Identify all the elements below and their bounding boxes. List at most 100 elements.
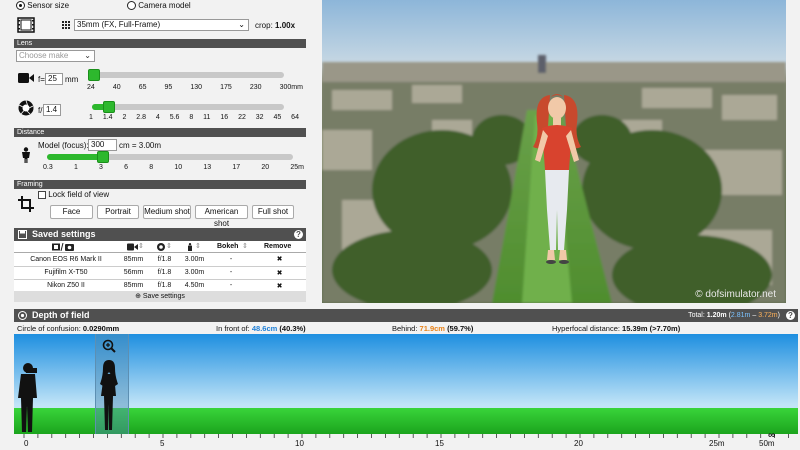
dof-diagram <box>14 334 798 434</box>
framing-medium-shot-button[interactable]: Medium shot <box>143 205 191 219</box>
distance-tick-label: 3 <box>99 164 103 171</box>
lock-fov-checkbox[interactable] <box>38 190 46 199</box>
framing-portrait-button[interactable]: Portrait <box>97 205 139 219</box>
scale-label: 20 <box>574 439 583 448</box>
model-distance-unit: cm = 3.00m <box>119 141 162 150</box>
zoom-in-icon[interactable] <box>102 339 116 353</box>
video-camera-col-icon <box>127 243 138 253</box>
distance-tick-label: 1 <box>73 164 78 171</box>
dof-title: Depth of field <box>32 310 90 320</box>
focal-slider-track[interactable] <box>89 72 284 78</box>
focal-prefix: f= <box>38 75 45 84</box>
aperture-icon <box>18 100 34 116</box>
saved-settings-row[interactable]: Canon EOS R6 Mark II 85mm f/1.8 3.00m - ✖ <box>14 253 306 267</box>
saved-cell-distance: 3.00m <box>180 266 209 280</box>
dof-near-limit: 2.81m <box>730 312 751 319</box>
distance-section-title: Distance <box>14 128 306 137</box>
camera-sensor-col-icon <box>52 242 74 253</box>
aperture-slider-handle[interactable] <box>103 101 115 113</box>
saved-cell-aperture: f/1.8 <box>149 266 180 280</box>
distance-ticks: 0.3 1 3 6 8 10 13 17 20 25m <box>43 164 304 171</box>
aperture-tick-label: 11 <box>203 114 211 121</box>
video-camera-icon <box>18 72 34 84</box>
distance-tick-label: 10 <box>174 164 183 171</box>
scale-label: 25m <box>709 439 725 448</box>
aperture-slider-track[interactable] <box>92 104 284 110</box>
framing-full-shot-button[interactable]: Full shot <box>252 205 294 219</box>
aperture-input[interactable]: 1.4 <box>43 104 61 116</box>
chevron-down-icon: ⌄ <box>84 51 91 60</box>
crop-value: 1.00x <box>275 21 296 30</box>
aperture-tick-label: 32 <box>255 114 264 121</box>
saved-cell-aperture: f/1.8 <box>149 253 180 267</box>
saved-settings-header: Saved settings ? <box>14 228 306 241</box>
model-focus-label: Model (focus): <box>38 141 89 150</box>
saved-settings-row[interactable]: Fujifilm X-T50 56mm f/1.8 3.00m - ✖ <box>14 266 306 280</box>
sensor-select[interactable]: 35mm (FX, Full-Frame) ⌄ <box>74 19 249 31</box>
aperture-col-icon <box>157 243 165 253</box>
distance-tick-label: 13 <box>203 164 212 171</box>
aperture-tick-label: 22 <box>238 114 246 121</box>
aperture-icon <box>18 311 27 324</box>
focal-tick-label: 40 <box>112 84 121 91</box>
crop-label: crop: <box>255 21 273 30</box>
in-front-info: In front of: 48.6cm (40.3%) <box>216 324 306 333</box>
lock-fov-option[interactable]: Lock field of view <box>38 190 109 199</box>
distance-slider-handle[interactable] <box>97 151 109 163</box>
sensor-size-radio[interactable] <box>16 1 25 11</box>
coc-info: Circle of confusion: 0.0290mm <box>17 324 120 333</box>
dof-help-button[interactable]: ? <box>786 311 795 320</box>
aperture-tick-label: 16 <box>220 114 229 121</box>
focal-tick-label: 130 <box>190 84 203 91</box>
aperture-prefix: f/ <box>38 106 43 115</box>
focal-tick-label: 230 <box>249 84 262 91</box>
focal-tick-label: 24 <box>87 84 95 91</box>
camera-model-label: Camera model <box>138 1 191 10</box>
hyperfocal-info: Hyperfocal distance: 15.39m (>7.70m) <box>552 324 681 333</box>
focal-ticks: 24 40 65 95 130 175 230 300mm <box>87 84 303 91</box>
photographer-silhouette <box>17 362 39 432</box>
saved-table-header: ⇕ ⇕ ⇕ Bokeh ⇕ Remove <box>14 241 306 253</box>
saved-cell-camera: Canon EOS R6 Mark II <box>14 253 118 267</box>
aperture-tick-label: 5.6 <box>169 114 180 121</box>
dof-total: Total: 1.20m (2.81m – 3.72m) <box>688 312 780 319</box>
sensor-size-option[interactable]: Sensor size <box>16 1 69 11</box>
behind-info: Behind: 71.9cm (59.7%) <box>392 324 474 333</box>
save-settings-button[interactable]: ⊕ Save settings <box>14 291 306 302</box>
distance-tick-label: 17 <box>232 164 241 171</box>
remove-icon[interactable]: ✖ <box>253 266 306 280</box>
focal-slider-handle[interactable] <box>88 69 100 81</box>
sort-icon[interactable]: ⇕ <box>195 242 201 250</box>
framing-american-shot-button[interactable]: American shot <box>195 205 248 228</box>
aperture-tick-label: 45 <box>273 114 282 121</box>
distance-tick-label: 6 <box>124 164 129 171</box>
saved-settings-help-button[interactable]: ? <box>294 230 303 239</box>
scale-label: 5 <box>160 439 165 448</box>
lock-fov-label: Lock field of view <box>48 190 110 199</box>
lens-section-title: Lens <box>14 39 306 48</box>
sort-icon[interactable]: ⇕ <box>166 242 172 250</box>
saved-cell-bokeh: - <box>209 253 253 267</box>
crop-icon <box>18 196 34 212</box>
bokeh-col-header: Bokeh <box>217 243 239 250</box>
focal-input[interactable]: 25 <box>45 73 63 85</box>
model-silhouette <box>100 360 118 432</box>
lens-make-select[interactable]: Choose make ⌄ <box>16 50 95 62</box>
remove-icon[interactable]: ✖ <box>253 253 306 267</box>
preview-image: © dofsimulator.net <box>322 0 786 303</box>
framing-face-button[interactable]: Face <box>50 205 93 219</box>
plus-circle-icon: ⊕ <box>135 293 141 300</box>
sort-icon[interactable]: ⇕ <box>138 242 144 250</box>
focal-tick-label: 65 <box>138 84 147 91</box>
dof-header: Depth of field Total: 1.20m (2.81m – 3.7… <box>14 309 798 322</box>
camera-model-option[interactable]: Camera model <box>127 1 191 11</box>
watermark: © dofsimulator.net <box>695 289 776 300</box>
framing-section-title: Framing <box>14 180 306 189</box>
scale-label: 0 <box>24 439 29 448</box>
camera-model-radio[interactable] <box>127 1 136 11</box>
distance-tick-label: 0.3 <box>43 164 53 171</box>
model-distance-input[interactable]: 300 <box>88 139 117 151</box>
person-col-icon <box>187 243 193 253</box>
sort-icon[interactable]: ⇕ <box>242 242 248 250</box>
distance-tick-label: 8 <box>149 164 154 171</box>
